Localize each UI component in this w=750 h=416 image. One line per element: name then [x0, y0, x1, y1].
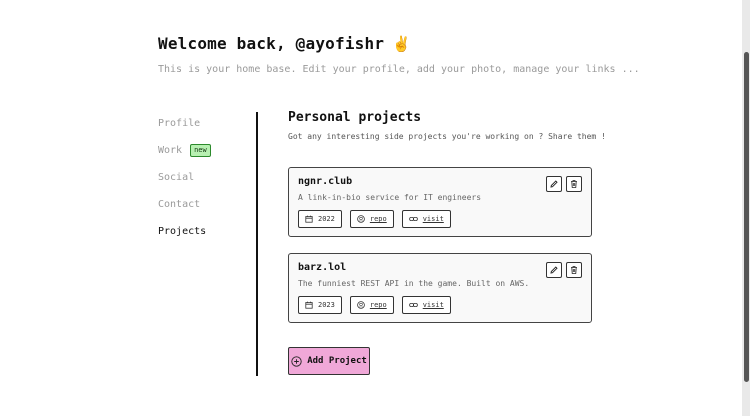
visit-link[interactable]: visit [401, 210, 451, 228]
calendar-icon [305, 215, 313, 223]
visit-label: visit [422, 215, 444, 223]
project-meta: 2022 repo visit [298, 210, 451, 228]
project-description: The funniest REST API in the game. Built… [298, 279, 530, 288]
year-chip: 2022 [298, 210, 342, 228]
new-badge: new [190, 144, 211, 157]
project-description: A link-in-bio service for IT engineers [298, 193, 482, 202]
project-actions [546, 262, 582, 278]
trash-icon [571, 180, 577, 188]
sidebar-item-work[interactable]: Work new [158, 137, 211, 164]
section-title: Personal projects [288, 110, 422, 125]
plus-circle-icon [291, 355, 302, 367]
page-scrollbar[interactable] [742, 0, 750, 416]
project-card: barz.lol The funniest REST API in the ga… [288, 253, 592, 323]
sidebar-item-social[interactable]: Social [158, 164, 211, 191]
github-icon [357, 215, 365, 223]
sidebar-item-label: Contact [158, 199, 201, 210]
visit-link[interactable]: visit [401, 296, 451, 314]
sidebar-item-label: Social [158, 172, 195, 183]
github-icon [357, 301, 365, 309]
year-chip: 2023 [298, 296, 342, 314]
page-title: Welcome back, @ayofishr ✌️ [158, 34, 411, 53]
add-project-label: Add Project [307, 356, 367, 366]
repo-label: repo [369, 215, 387, 223]
delete-project-button[interactable] [566, 262, 582, 278]
project-card: ngnr.club A link-in-bio service for IT e… [288, 167, 592, 237]
sidebar-item-contact[interactable]: Contact [158, 191, 211, 218]
edit-project-button[interactable] [546, 262, 562, 278]
page-title-text: Welcome back, @ayofishr [158, 34, 385, 53]
sidebar-item-profile[interactable]: Profile [158, 110, 211, 137]
vertical-divider [256, 112, 258, 376]
link-icon [408, 217, 418, 222]
repo-link[interactable]: repo [349, 210, 394, 228]
victory-hand-icon: ✌️ [392, 34, 412, 53]
project-meta: 2023 repo visit [298, 296, 451, 314]
calendar-icon [305, 301, 313, 309]
add-project-button[interactable]: Add Project [288, 347, 370, 375]
section-description: Got any interesting side projects you're… [288, 132, 606, 141]
sidebar-item-label: Work [158, 145, 183, 156]
sidebar-item-label: Profile [158, 118, 201, 129]
sidebar-item-label: Projects [158, 226, 207, 237]
edit-project-button[interactable] [546, 176, 562, 192]
link-icon [408, 303, 418, 308]
pencil-icon [550, 266, 558, 274]
project-name: ngnr.club [298, 176, 353, 187]
project-actions [546, 176, 582, 192]
project-year: 2022 [318, 215, 335, 223]
project-year: 2023 [318, 301, 335, 309]
scrollbar-thumb[interactable] [744, 52, 749, 382]
visit-label: visit [422, 301, 444, 309]
pencil-icon [550, 180, 558, 188]
sidebar-item-projects[interactable]: Projects [158, 218, 211, 245]
sidebar-nav: Profile Work new Social Contact Projects [158, 110, 211, 245]
repo-label: repo [369, 301, 387, 309]
trash-icon [571, 266, 577, 274]
page-subtitle: This is your home base. Edit your profil… [158, 64, 640, 75]
repo-link[interactable]: repo [349, 296, 394, 314]
project-name: barz.lol [298, 262, 347, 273]
delete-project-button[interactable] [566, 176, 582, 192]
